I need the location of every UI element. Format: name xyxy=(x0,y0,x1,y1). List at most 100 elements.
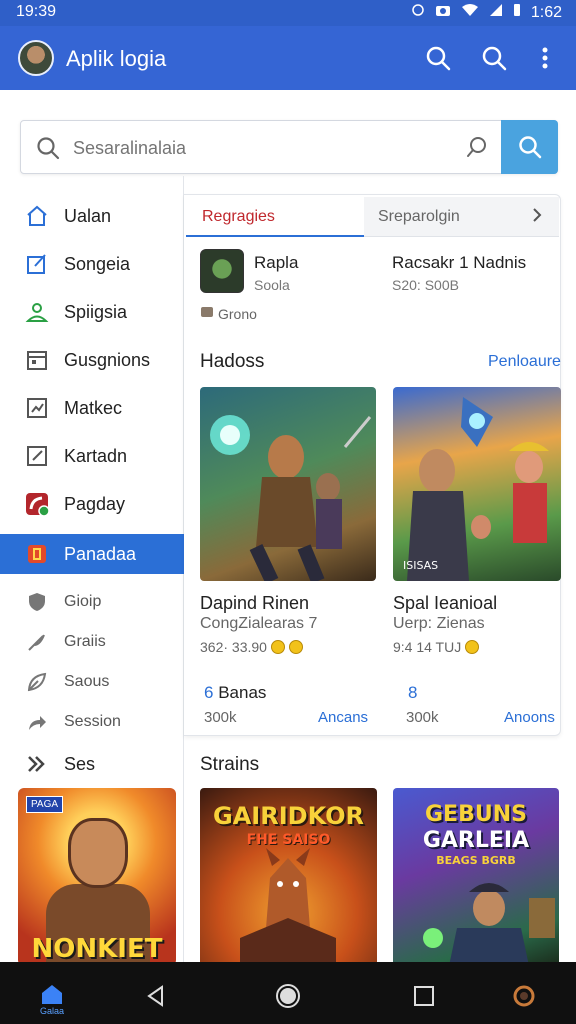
person-icon xyxy=(24,299,50,325)
sidebar-item-label: Graiis xyxy=(64,633,106,650)
cover-title-line1: GAIRIDKOR xyxy=(213,802,364,830)
app-subtitle: Soola xyxy=(254,277,290,293)
game-overlay-label: ISISAS xyxy=(403,559,439,572)
tab-sreparolgin[interactable]: Sreparolgin xyxy=(366,197,556,237)
sidebar-item-matkec[interactable]: Matkec xyxy=(0,388,184,428)
nav-home-label: Galaa xyxy=(40,1006,65,1016)
sidebar-item-label: Session xyxy=(64,713,121,730)
search-submit-button[interactable] xyxy=(501,120,558,174)
leaf-icon xyxy=(24,669,50,695)
home-button[interactable] xyxy=(268,976,308,1016)
game-cover-image[interactable]: ISISAS xyxy=(393,387,561,581)
status-clock-right: 1:62 xyxy=(530,3,562,21)
sidebar-item-session[interactable]: Session xyxy=(0,702,184,742)
more-vert-icon[interactable] xyxy=(529,42,561,74)
sidebar-item-label: Gioip xyxy=(64,593,102,610)
sidebar-item-gioip[interactable]: Gioip xyxy=(0,582,184,622)
camera-icon xyxy=(435,3,451,22)
game-title: Dapind Rinen xyxy=(200,593,310,613)
pencil-box-icon xyxy=(24,443,50,469)
search-icon[interactable] xyxy=(478,42,510,74)
game-meta-text: 362· 33.90 xyxy=(200,639,267,655)
sidebar-item-label: Panadaa xyxy=(64,543,137,564)
stat-label: 8 xyxy=(408,683,417,703)
game-subtitle: CongZialearas 7 xyxy=(200,615,318,632)
sidebar-item-kartadn[interactable]: Kartadn xyxy=(0,436,184,476)
app-tag-label: Grono xyxy=(218,305,257,322)
section-link[interactable]: Penloaure xyxy=(488,353,561,371)
sidebar-item-spiigsia[interactable]: Spiigsia xyxy=(0,292,184,332)
status-bar: 19:39 1:62 xyxy=(0,0,576,26)
sidebar-item-ualan[interactable]: Ualan xyxy=(0,196,184,236)
game-art xyxy=(407,397,549,581)
sidebar-item-songeia[interactable]: Songeia xyxy=(0,244,184,284)
game-cover-image[interactable]: GEBUNS GARLEIA BEAGS BGRB xyxy=(393,788,559,966)
app-tag: Grono xyxy=(200,305,257,322)
game-art xyxy=(210,415,372,581)
share-arrow-icon xyxy=(24,709,50,735)
search-icon[interactable] xyxy=(422,42,454,74)
feather-icon xyxy=(24,629,50,655)
sidebar-item-label: Saous xyxy=(64,673,110,690)
sidebar-item-label: Ualan xyxy=(64,205,112,226)
app-secondary-name: Racsakr 1 Nadnis xyxy=(392,253,527,272)
stat-number: 8 xyxy=(408,683,418,702)
home-circle-icon xyxy=(276,984,300,1008)
search-bar xyxy=(20,120,558,174)
status-time: 19:39 xyxy=(16,3,57,20)
tag-icon xyxy=(200,305,214,322)
sidebar-item-label: Spiigsia xyxy=(64,301,128,322)
sidebar-item-saous[interactable]: Saous xyxy=(0,662,184,702)
app-title: Aplik logia xyxy=(66,46,167,71)
game-title: Spal Ieanioal xyxy=(393,593,498,613)
sidebar-item-gusgnions[interactable]: Gusgnions xyxy=(0,340,184,380)
recents-button[interactable] xyxy=(404,976,444,1016)
sidebar-item-pagday[interactable]: Pagday xyxy=(0,484,184,524)
app-list-item[interactable]: Rapla Soola Racsakr 1 Nadnis S20: S00B G… xyxy=(200,249,550,329)
featured-card: Regragies Sreparolgin Rapla Soola Racsak… xyxy=(184,194,561,736)
sidebar-item-label: Pagday xyxy=(64,493,126,514)
sidebar-section-label: Ses xyxy=(64,753,96,774)
search-icon xyxy=(518,136,541,159)
edit-box-icon xyxy=(24,251,50,277)
search-input[interactable] xyxy=(73,133,453,163)
wifi-icon xyxy=(461,3,479,22)
tab-regragies[interactable]: Regragies xyxy=(186,197,364,237)
sidebar-item-label: Gusgnions xyxy=(64,349,151,370)
app-secondary-subtitle: S20: S00B xyxy=(392,277,459,293)
app-name: Rapla xyxy=(254,253,299,272)
stat-value: 300k xyxy=(204,709,237,726)
tab-bar: Regragies Sreparolgin xyxy=(186,197,559,237)
lens-icon[interactable] xyxy=(465,135,489,164)
cover-title-line2: FHE SAISO xyxy=(246,832,331,848)
profile-tab[interactable] xyxy=(504,976,544,1016)
recents-square-icon xyxy=(414,986,434,1006)
stat-link[interactable]: Ancans xyxy=(318,709,368,726)
stat-label: 6 Banas xyxy=(204,683,266,703)
sidebar-item-graiis[interactable]: Graiis xyxy=(0,622,184,662)
stat-link[interactable]: Anoons xyxy=(504,709,555,726)
promo-game-tile[interactable]: PAGA NONKIET xyxy=(18,788,176,966)
promo-title: NONKIET xyxy=(31,934,163,964)
section-title: Hadoss xyxy=(200,351,265,372)
coin-icon xyxy=(288,640,303,654)
game-subtitle: Uerp: Zienas xyxy=(393,615,485,632)
avatar[interactable] xyxy=(18,40,54,76)
game-cover-image[interactable] xyxy=(200,387,376,581)
promo-badge: PAGA xyxy=(26,796,64,813)
sidebar-item-panadaa[interactable]: Panadaa xyxy=(0,534,184,574)
stat-number: 6 xyxy=(204,683,214,702)
game-meta: 9:4 14 TUJ xyxy=(393,639,480,655)
search-icon xyxy=(35,135,61,166)
stat-name: Banas xyxy=(218,683,267,702)
signal-icon xyxy=(489,3,503,22)
home-icon xyxy=(24,203,50,229)
notification-icon xyxy=(411,3,425,22)
app-thumbnail xyxy=(200,249,244,293)
game-cover-image[interactable]: GAIRIDKOR FHE SAISO xyxy=(200,788,377,966)
cover-title-line2: GARLEIA xyxy=(422,828,530,853)
pay-card-icon xyxy=(24,491,50,517)
back-button[interactable] xyxy=(136,976,176,1016)
back-triangle-icon xyxy=(147,985,163,1007)
status-icons: 1:62 xyxy=(411,3,562,22)
